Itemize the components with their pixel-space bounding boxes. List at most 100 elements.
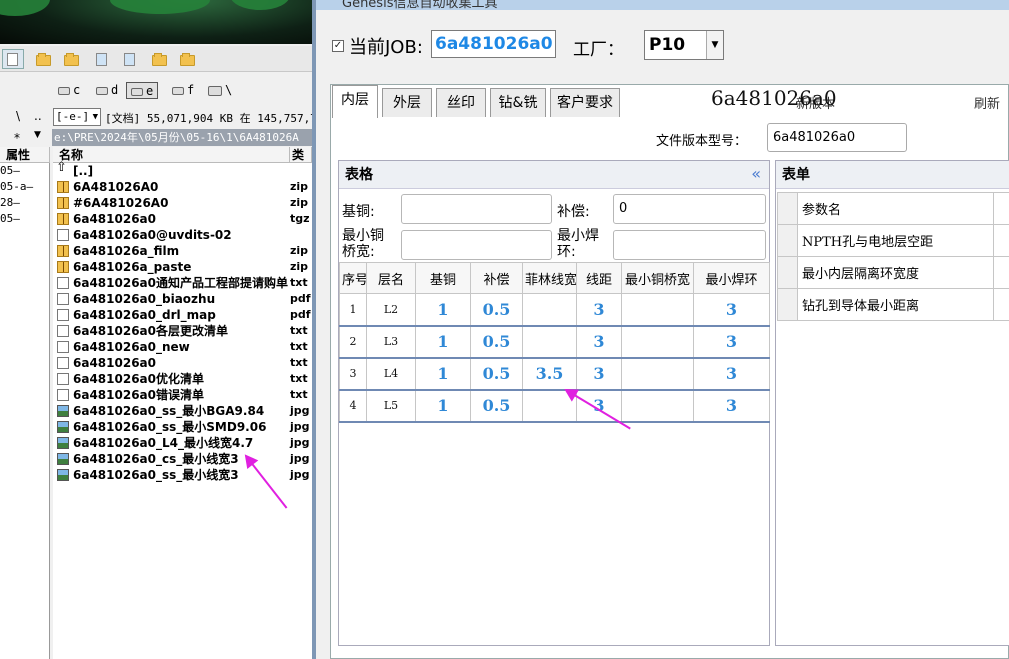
drive-select[interactable]: [-e-] ▼ <box>53 108 101 126</box>
table-cell-no[interactable]: 1 <box>339 293 367 327</box>
column-header-param-name[interactable]: 参数名 <box>797 192 994 225</box>
table-cell-space[interactable]: 3 <box>576 357 622 391</box>
table-cell-bridge[interactable] <box>621 325 694 359</box>
column-header-spacing[interactable]: 线距 <box>576 262 622 294</box>
file-row[interactable]: 6a481026a0_new txt <box>53 339 312 355</box>
table-cell-comp[interactable]: 0.5 <box>470 357 523 391</box>
folder-icon-button[interactable] <box>148 49 170 69</box>
column-header-type[interactable]: 类型 <box>290 147 312 178</box>
file-row[interactable]: 6a481026a0_drl_map pdf <box>53 307 312 323</box>
file-row[interactable]: 6a481026a0 tgz <box>53 211 312 227</box>
column-header-name[interactable]: 名称 <box>53 147 290 163</box>
row-header[interactable] <box>777 288 798 321</box>
list-item[interactable]: 05— <box>0 211 49 227</box>
table-row[interactable]: 钻孔到导体最小距离 <box>777 288 1009 321</box>
table-cell-layer[interactable]: L3 <box>366 325 416 359</box>
table-cell-film[interactable] <box>522 293 577 327</box>
table-row[interactable]: 2 L3 1 0.5 3 3 <box>339 325 770 359</box>
base-copper-input[interactable] <box>401 194 552 224</box>
table-cell-bridge[interactable] <box>621 389 694 423</box>
job-checkbox[interactable]: ✓ <box>332 40 344 52</box>
table-cell-space[interactable]: 3 <box>576 389 622 423</box>
column-header-attr[interactable]: 属性 <box>0 147 50 163</box>
file-row[interactable]: 6a481026a0通知产品工程部提请购单 txt <box>53 275 312 291</box>
table-cell-no[interactable]: 3 <box>339 357 367 391</box>
table-cell-base[interactable]: 1 <box>415 293 471 327</box>
job-input[interactable]: 6a481026a0 <box>431 30 556 58</box>
row-header[interactable] <box>777 256 798 289</box>
table-cell-space[interactable]: 3 <box>576 293 622 327</box>
file-row[interactable]: #6A481026A0 zip <box>53 195 312 211</box>
param-name-cell[interactable]: 钻孔到导体最小距离 <box>797 288 994 321</box>
file-row[interactable]: 6A481026A0 zip <box>53 179 312 195</box>
table-cell-comp[interactable]: 0.5 <box>470 293 523 327</box>
page-icon-button[interactable] <box>118 49 140 69</box>
table-cell-ring[interactable]: 3 <box>693 357 770 391</box>
column-header-layer[interactable]: 层名 <box>366 262 416 294</box>
table-cell-space[interactable]: 3 <box>576 325 622 359</box>
table-cell-comp[interactable]: 0.5 <box>470 389 523 423</box>
file-row[interactable]: 6a481026a0@uvdits-02 <box>53 227 312 243</box>
table-cell-film[interactable] <box>522 325 577 359</box>
table-cell-ring[interactable]: 3 <box>693 389 770 423</box>
tab-inner-layer[interactable]: 内层 <box>332 85 378 118</box>
table-row[interactable]: 最小内层隔离环宽度 <box>777 256 1009 289</box>
root-link[interactable]: \ <box>16 109 20 123</box>
refresh-button[interactable]: 刷新 <box>974 93 1000 112</box>
table-cell-no[interactable]: 2 <box>339 325 367 359</box>
table-cell-ring[interactable]: 3 <box>693 325 770 359</box>
drive-f-button[interactable]: f <box>168 82 198 99</box>
column-header-film-width[interactable]: 菲林线宽 <box>522 262 577 294</box>
column-header-min-ring[interactable]: 最小焊环 <box>693 262 770 294</box>
file-row[interactable]: 6a481026a0 txt <box>53 355 312 371</box>
min-solder-ring-input[interactable] <box>613 230 766 260</box>
network-drive-button[interactable]: \ <box>204 82 236 99</box>
drive-d-button[interactable]: d <box>92 82 122 99</box>
table-cell-no[interactable]: 4 <box>339 389 367 423</box>
drive-c-button[interactable]: c <box>54 82 84 99</box>
table-cell-base[interactable]: 1 <box>415 325 471 359</box>
file-row[interactable]: 6a481026a0_ss_最小BGA9.84 jpg <box>53 403 312 419</box>
table-cell-bridge[interactable] <box>621 357 694 391</box>
param-value-cell[interactable] <box>993 288 1009 321</box>
folder-icon-button[interactable] <box>32 49 54 69</box>
disk-icon-button[interactable] <box>2 49 24 69</box>
drive-e-button[interactable]: e <box>126 82 159 99</box>
file-row[interactable]: 6a481026a_film zip <box>53 243 312 259</box>
page-icon-button[interactable] <box>90 49 112 69</box>
column-header-base-copper[interactable]: 基铜 <box>415 262 471 294</box>
tab-silkscreen[interactable]: 丝印 <box>436 88 486 117</box>
row-header[interactable] <box>777 224 798 257</box>
chevron-down-icon[interactable]: ▼ <box>34 130 41 140</box>
list-item[interactable]: 05-a– <box>0 179 49 195</box>
table-cell-ring[interactable]: 3 <box>693 293 770 327</box>
column-header-min-bridge[interactable]: 最小铜桥宽 <box>621 262 694 294</box>
min-copper-bridge-input[interactable] <box>401 230 552 260</box>
folder-icon-button[interactable] <box>176 49 198 69</box>
param-value-cell[interactable] <box>993 224 1009 257</box>
file-row[interactable]: 6a481026a0_cs_最小线宽3 jpg <box>53 451 312 467</box>
factory-select[interactable]: P10 ▼ <box>644 30 724 60</box>
table-cell-base[interactable]: 1 <box>415 357 471 391</box>
table-cell-layer[interactable]: L4 <box>366 357 416 391</box>
file-row[interactable]: 6a481026a0_ss_最小SMD9.06 jpg <box>53 419 312 435</box>
chevron-down-icon[interactable]: ▼ <box>706 31 723 59</box>
version-input[interactable]: 6a481026a0 <box>767 123 907 152</box>
param-value-cell[interactable] <box>993 256 1009 289</box>
column-header-value[interactable] <box>993 192 1009 225</box>
file-row[interactable]: 6a481026a_paste zip <box>53 259 312 275</box>
compensation-input[interactable]: 0 <box>613 194 766 224</box>
filter-star[interactable]: * <box>14 131 20 145</box>
tab-customer-requirements[interactable]: 客户要求 <box>550 88 620 117</box>
folder-icon-button[interactable] <box>60 49 82 69</box>
file-row[interactable]: ⇧ [..] <box>53 160 312 179</box>
table-cell-base[interactable]: 1 <box>415 389 471 423</box>
list-item[interactable]: 05— <box>0 163 49 179</box>
parent-link[interactable]: .. <box>34 109 42 123</box>
table-cell-bridge[interactable] <box>621 293 694 327</box>
table-cell-layer[interactable]: L5 <box>366 389 416 423</box>
file-row[interactable]: 6a481026a0_biaozhu pdf <box>53 291 312 307</box>
file-row[interactable]: 6a481026a0_L4_最小线宽4.7 jpg <box>53 435 312 451</box>
file-row[interactable]: 6a481026a0优化清单 txt <box>53 371 312 387</box>
table-cell-layer[interactable]: L2 <box>366 293 416 327</box>
